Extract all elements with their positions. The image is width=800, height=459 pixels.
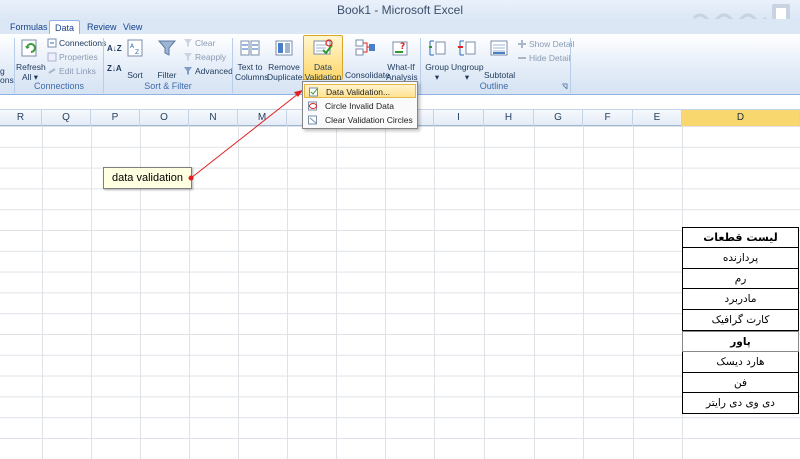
remove-duplicates-icon <box>275 40 293 56</box>
advanced-filter-button[interactable]: Advanced <box>183 65 233 78</box>
advanced-filter-icon <box>184 67 192 75</box>
show-detail-button[interactable]: Show Detail <box>517 38 574 51</box>
ribbon-tabs: Formulas Data Review View <box>0 19 800 35</box>
properties-icon <box>47 52 57 62</box>
data-validation-icon <box>313 39 333 55</box>
circle-invalid-data-icon <box>308 101 317 111</box>
subtotal-button[interactable]: Subtotal <box>484 36 515 80</box>
subtotal-icon <box>490 40 508 56</box>
list-item-active[interactable]: پاور <box>682 330 799 352</box>
sort-za-button[interactable]: Z↓A <box>107 62 122 75</box>
group-button[interactable]: Group ▾ <box>424 36 450 82</box>
column-header-m[interactable]: M <box>238 110 287 126</box>
column-header-d[interactable]: D <box>682 110 800 126</box>
reapply-icon <box>184 53 192 61</box>
connections-button[interactable]: Connections <box>47 37 106 50</box>
list-item[interactable]: کارت گرافیک <box>682 310 799 331</box>
tab-data[interactable]: Data <box>49 20 81 35</box>
connections-icon <box>47 38 57 48</box>
sort-button[interactable]: A Z Sort <box>124 36 146 80</box>
group-icon <box>429 40 446 56</box>
list-item[interactable]: پردازنده <box>682 247 799 269</box>
dialog-launcher-icon[interactable] <box>561 83 568 90</box>
column-header-e[interactable]: E <box>633 110 682 126</box>
what-if-analysis-icon: ? <box>392 41 408 56</box>
refresh-icon <box>21 39 37 57</box>
annotation-callout: data validation <box>103 167 192 189</box>
consolidate-button[interactable]: Consolidate <box>345 36 390 80</box>
refresh-all-button[interactable]: Refresh All ▾ <box>16 36 46 82</box>
window-title: Book1 - Microsoft Excel <box>336 3 464 17</box>
parts-list: لیست قطعات پردازنده رم مادربرد کارت گراف… <box>682 227 799 415</box>
list-item[interactable]: هارد دیسک <box>682 351 799 373</box>
filter-funnel-icon <box>157 40 177 56</box>
sort-icon: A Z <box>127 39 143 57</box>
column-header-q[interactable]: Q <box>42 110 91 126</box>
column-header-i[interactable]: I <box>434 110 484 126</box>
column-header-h[interactable]: H <box>484 110 534 126</box>
svg-text:Z: Z <box>135 49 139 56</box>
properties-button[interactable]: Properties <box>47 51 98 64</box>
data-validation-menu: Data Validation... Circle Invalid Data C… <box>302 81 418 129</box>
data-validation-small-icon <box>309 87 318 97</box>
group-label-sort-filter: Sort & Filter <box>144 81 192 91</box>
text-to-columns-button[interactable]: Text to Columns <box>235 36 269 82</box>
data-validation-button[interactable]: Data Validation ▾ <box>303 35 343 92</box>
consolidate-icon <box>355 39 375 56</box>
column-header-g[interactable]: G <box>534 110 583 126</box>
column-header-o[interactable]: O <box>140 110 189 126</box>
clear-filter-button[interactable]: Clear <box>183 37 215 50</box>
hide-detail-button[interactable]: Hide Detail <box>517 52 571 65</box>
clear-filter-icon <box>184 39 192 47</box>
column-header-f[interactable]: F <box>583 110 633 126</box>
edit-links-icon <box>48 68 56 74</box>
show-detail-icon <box>518 40 526 48</box>
edit-links-button[interactable]: Edit Links <box>47 65 96 78</box>
title-bar: Book1 - Microsoft Excel <box>0 0 800 24</box>
clear-validation-circles-icon <box>308 115 317 125</box>
group-label-connections: Connections <box>33 81 85 91</box>
column-header-r[interactable]: R <box>0 110 42 126</box>
list-item[interactable]: فن <box>682 372 799 394</box>
tab-review[interactable]: Review <box>82 20 122 35</box>
filter-button[interactable]: Filter <box>156 36 178 80</box>
remove-duplicates-button[interactable]: Remove Duplicates <box>267 36 307 82</box>
menu-item-data-validation[interactable]: Data Validation... <box>304 84 416 98</box>
column-header-n[interactable]: N <box>189 110 238 126</box>
list-item[interactable]: رم <box>682 268 799 290</box>
sort-az-button[interactable]: A↓Z <box>107 42 122 55</box>
list-item[interactable]: مادربرد <box>682 289 799 311</box>
menu-item-circle-invalid-data[interactable]: Circle Invalid Data <box>304 99 416 113</box>
group-label-outline: Outline <box>479 81 509 91</box>
ungroup-button[interactable]: Ungroup ▾ <box>451 36 484 82</box>
list-item[interactable]: دی وی دی رایتر <box>682 393 799 415</box>
menu-item-clear-validation-circles[interactable]: Clear Validation Circles <box>304 113 416 127</box>
ungroup-icon <box>458 40 476 56</box>
clipped-button-label-2[interactable]: ons <box>0 74 14 87</box>
reapply-button[interactable]: Reapply <box>183 51 226 64</box>
column-header-p[interactable]: P <box>91 110 140 126</box>
svg-text:?: ? <box>400 42 405 52</box>
hide-detail-icon <box>518 57 526 59</box>
parts-list-header[interactable]: لیست قطعات <box>682 227 799 248</box>
text-to-columns-icon <box>240 40 260 56</box>
tab-view[interactable]: View <box>118 20 147 35</box>
tab-formulas[interactable]: Formulas <box>5 20 53 35</box>
